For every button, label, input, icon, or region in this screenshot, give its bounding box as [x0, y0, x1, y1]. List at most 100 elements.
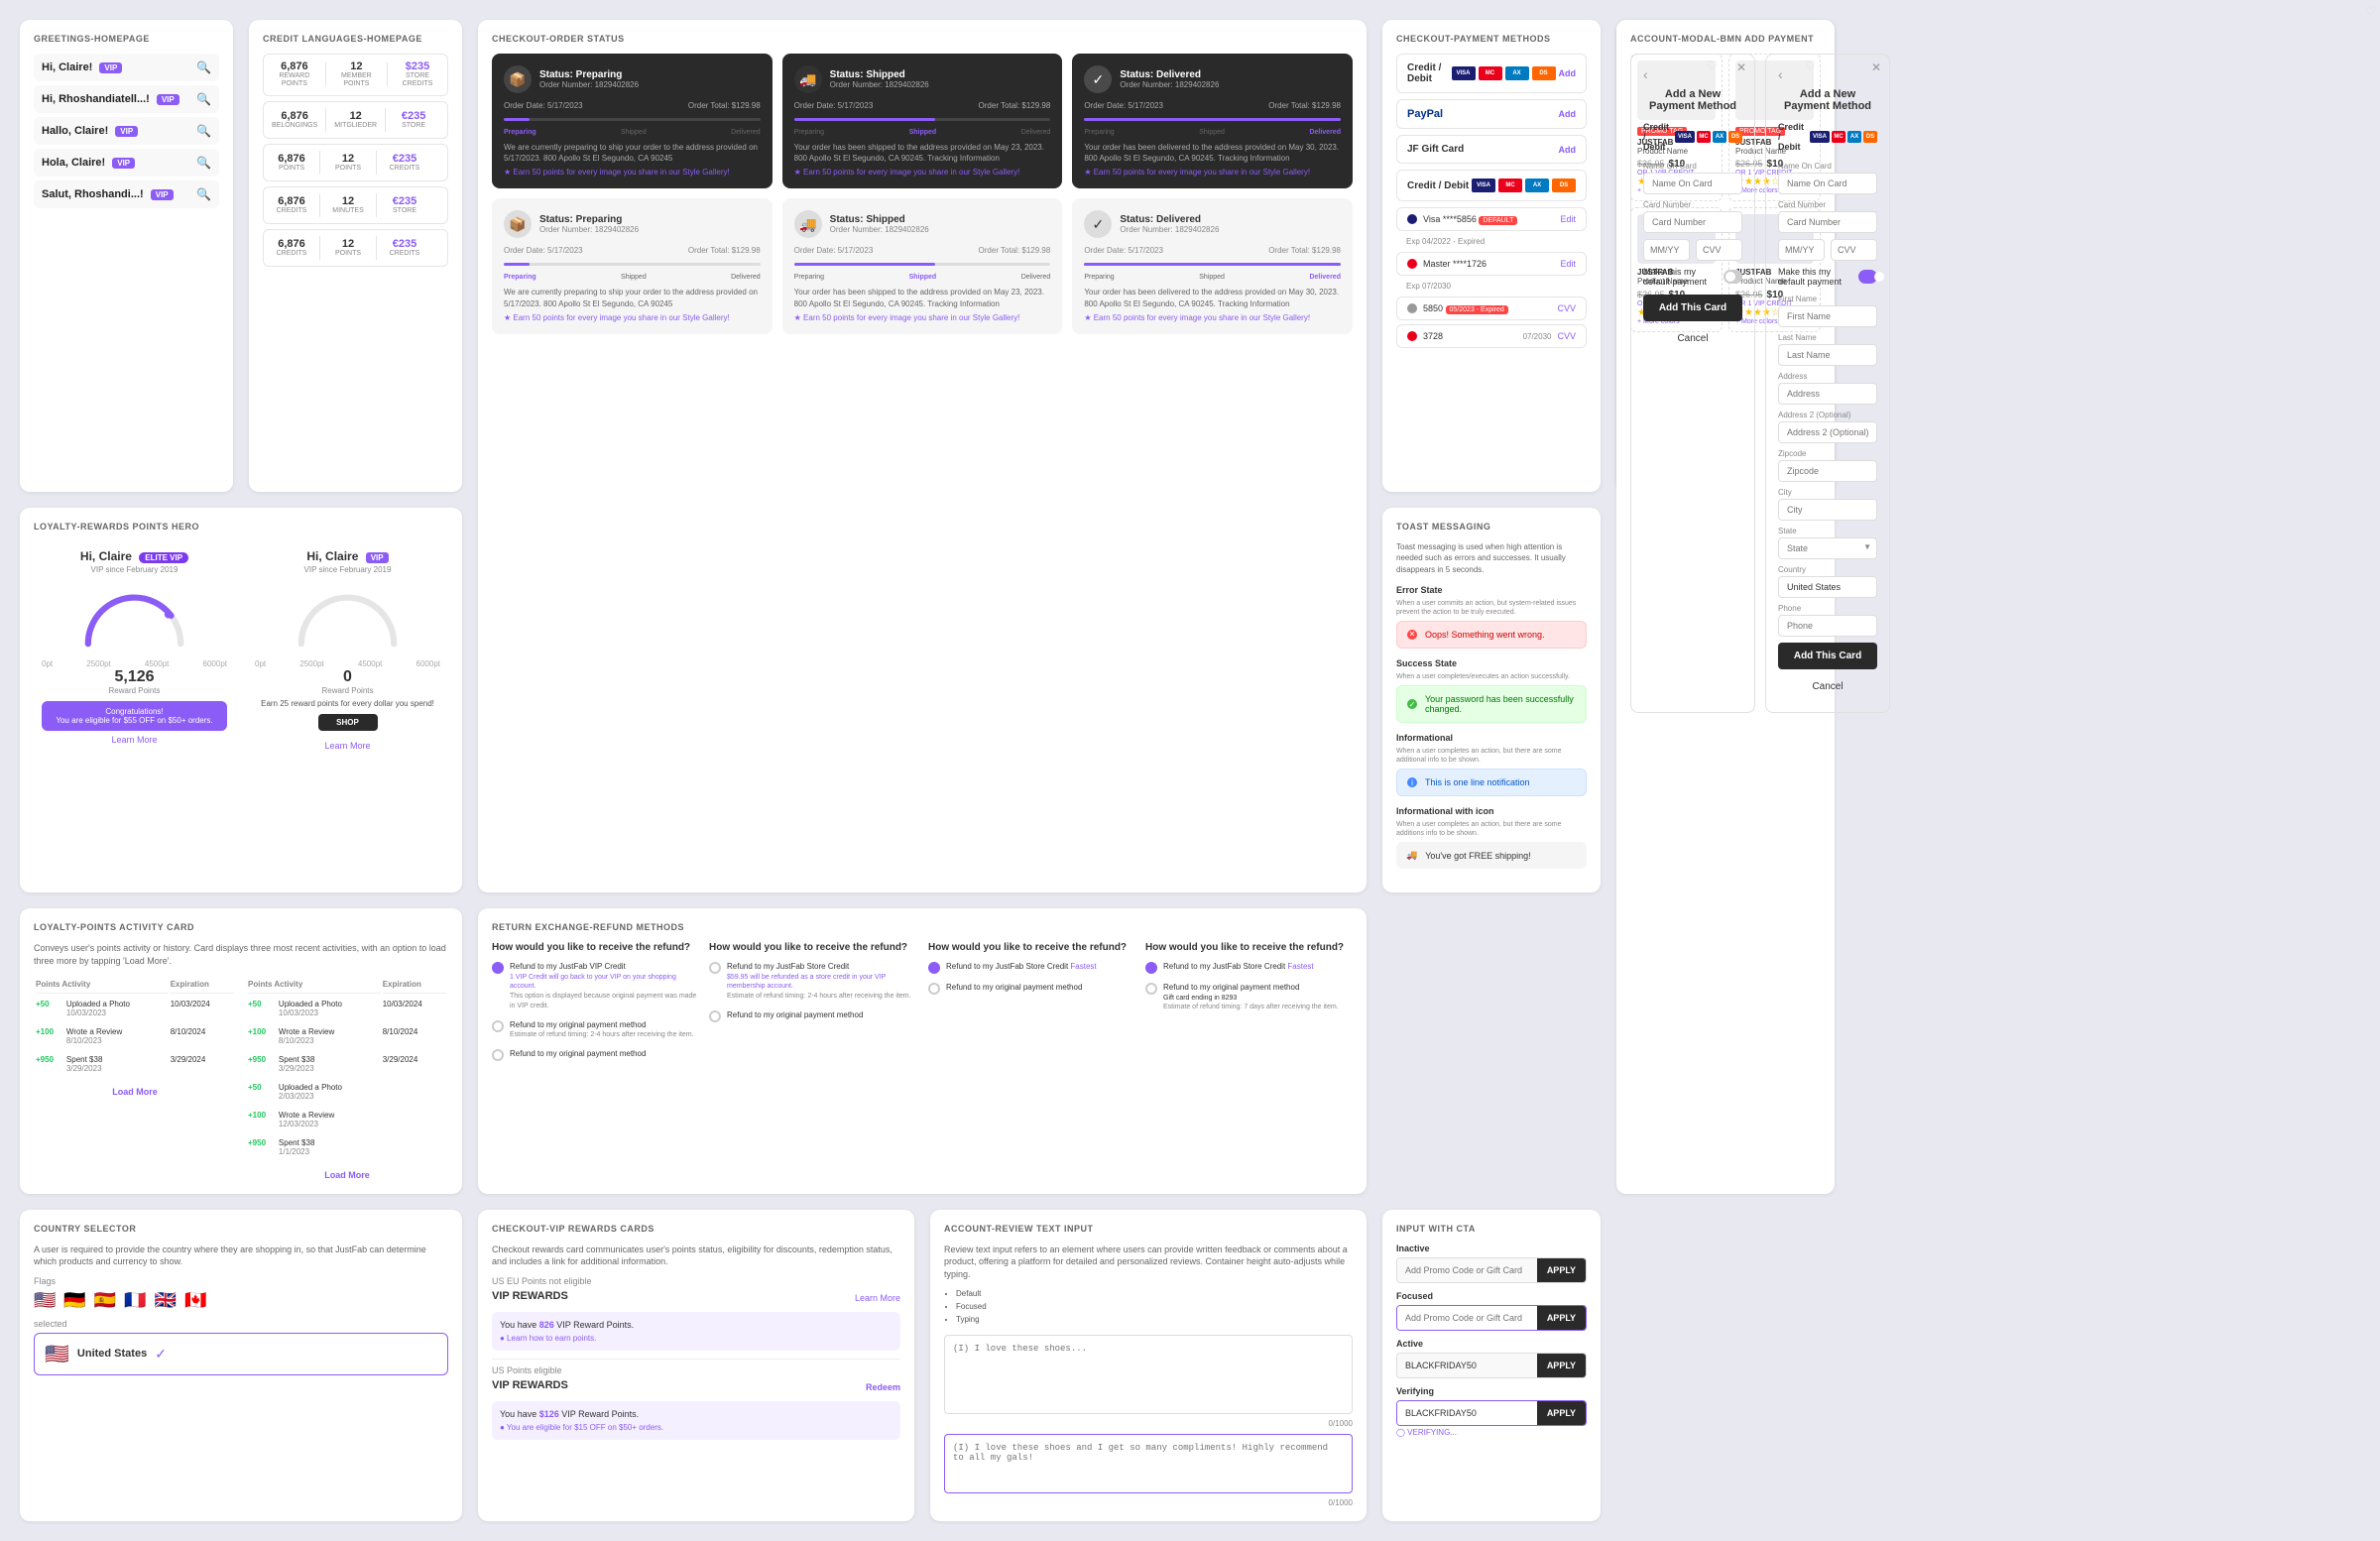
modal-visa-icon: VISA [1675, 131, 1695, 143]
cvv-3728-link[interactable]: CVV [1557, 331, 1576, 341]
name-on-card-input-1[interactable] [1643, 173, 1742, 194]
payment-paypal[interactable]: PayPal Add [1396, 99, 1587, 129]
promo-input-inactive[interactable] [1397, 1258, 1537, 1282]
add-card-button-2[interactable]: Add This Card [1778, 643, 1877, 669]
status-delivered-dark: ✓ Status: Delivered Order Number: 182940… [1072, 54, 1353, 188]
search-icon-5[interactable]: 🔍 [196, 187, 211, 201]
country-input[interactable] [1778, 576, 1877, 598]
state-input[interactable] [1778, 537, 1877, 559]
toast-error-section: Error State When a user commits an actio… [1396, 585, 1587, 649]
status-delivered-light: ✓ Status: Delivered Order Number: 182940… [1072, 198, 1353, 333]
card-3728-dot [1407, 331, 1417, 341]
toggle-1[interactable] [1724, 270, 1742, 284]
flag-ca[interactable]: 🇨🇦 [184, 1290, 206, 1311]
paypal-logo: PayPal [1407, 108, 1443, 120]
modal-2-tab[interactable]: Credit / Debit [1778, 122, 1804, 152]
modal-2: ‹ ✕ Add a New Payment Method Credit / De… [1765, 54, 1890, 713]
flag-de[interactable]: 🇩🇪 [63, 1290, 85, 1311]
loyalty-hero-title: LOYALTY-REWARDS POINTS HERO [34, 522, 448, 532]
toggle-2[interactable] [1858, 270, 1877, 284]
amex-icon-2: AX [1525, 178, 1549, 192]
cvv-5850-link[interactable]: CVV [1557, 303, 1576, 313]
search-icon-2[interactable]: 🔍 [196, 92, 211, 106]
cancel-button-1[interactable]: Cancel [1643, 325, 1742, 352]
load-more-2[interactable]: Load More [246, 1170, 448, 1180]
visa-icon-2: VISA [1472, 178, 1495, 192]
jf-logo: JF Gift Card [1407, 144, 1464, 155]
modal-2-close[interactable]: ✕ [1871, 60, 1881, 74]
search-icon-4[interactable]: 🔍 [196, 156, 211, 170]
name-on-card-input-2[interactable] [1778, 173, 1877, 194]
payment-credit-debit[interactable]: Credit / Debit VISA MC AX DS Add [1396, 54, 1587, 93]
card-number-input-2[interactable] [1778, 211, 1877, 233]
credit-languages-title: CREDIT LANGUAGES-HOMEPAGE [263, 34, 448, 44]
address2-input[interactable] [1778, 421, 1877, 443]
flag-es[interactable]: 🇪🇸 [94, 1290, 116, 1311]
flag-us[interactable]: 🇺🇸 [34, 1290, 56, 1311]
visa-icon: VISA [1452, 66, 1476, 80]
city-input[interactable] [1778, 499, 1877, 521]
last-name-input[interactable] [1778, 344, 1877, 366]
mmyy-input-2[interactable] [1778, 239, 1825, 261]
delivered-icon: ✓ [1084, 65, 1112, 93]
modal-2-back-arrow[interactable]: ‹ [1778, 66, 1783, 82]
status-preparing-light: 📦 Status: Preparing Order Number: 182940… [492, 198, 773, 333]
learn-more-eu[interactable]: Learn More [855, 1293, 900, 1303]
first-name-input[interactable] [1778, 305, 1877, 327]
zipcode-input[interactable] [1778, 460, 1877, 482]
promo-input-verifying[interactable] [1397, 1401, 1537, 1425]
state-dropdown-icon: ▼ [1863, 542, 1871, 551]
activity-col-1: Points Activity Expiration +50 Uploaded … [34, 978, 236, 1180]
greeting-item-5[interactable]: Salut, Rhoshandi...! VIP 🔍 [34, 180, 219, 208]
greeting-item-2[interactable]: Hi, Rhoshandiatell...! VIP 🔍 [34, 85, 219, 113]
phone-input[interactable] [1778, 615, 1877, 637]
redeem-link[interactable]: Redeem [866, 1382, 900, 1392]
edit-visa-link[interactable]: Edit [1560, 214, 1576, 224]
add-paypal-link[interactable]: Add [1559, 109, 1577, 119]
cancel-button-2[interactable]: Cancel [1778, 673, 1877, 700]
gauge-2 [255, 582, 440, 652]
promo-input-focused[interactable] [1397, 1306, 1537, 1330]
load-more-1[interactable]: Load More [34, 1087, 236, 1097]
toast-section: TOAST MESSAGING Toast messaging is used … [1382, 508, 1601, 892]
modal-1-back-arrow[interactable]: ‹ [1643, 66, 1648, 82]
flag-fr[interactable]: 🇫🇷 [124, 1290, 146, 1311]
loyalty-user-2: Hi, Claire VIP VIP since February 2019 0… [247, 541, 448, 759]
earn-points-link-us[interactable]: ● You are eligible for $15 OFF on $50+ o… [500, 1423, 892, 1432]
review-textarea-default[interactable] [944, 1335, 1353, 1414]
greeting-item-4[interactable]: Hola, Claire! VIP 🔍 [34, 149, 219, 177]
payment-gift-card[interactable]: JF Gift Card Add [1396, 135, 1587, 164]
flag-gb[interactable]: 🇬🇧 [155, 1290, 177, 1311]
modal-1-close[interactable]: ✕ [1736, 60, 1746, 74]
review-textarea-typing[interactable] [944, 1434, 1353, 1493]
modal-1-tab[interactable]: Credit / Debit [1643, 122, 1669, 152]
greeting-item-1[interactable]: Hi, Claire! VIP 🔍 [34, 54, 219, 81]
apply-btn-active[interactable]: APPLY [1537, 1354, 1586, 1377]
learn-more-2[interactable]: Learn More [255, 741, 440, 751]
cvv-input-1[interactable] [1696, 239, 1742, 261]
shop-button[interactable]: SHOP [318, 714, 378, 731]
modal-1: ‹ ✕ Add a New Payment Method Credit / De… [1630, 54, 1755, 713]
apply-btn-verifying[interactable]: APPLY [1537, 1401, 1586, 1425]
apply-btn-inactive[interactable]: APPLY [1537, 1258, 1586, 1282]
cvv-input-2[interactable] [1831, 239, 1877, 261]
search-icon-1[interactable]: 🔍 [196, 60, 211, 74]
selected-country-row[interactable]: 🇺🇸 United States ✓ [34, 1333, 448, 1375]
add-gift-link[interactable]: Add [1559, 145, 1577, 155]
add-card-button-1[interactable]: Add This Card [1643, 295, 1742, 321]
learn-more-1[interactable]: Learn More [42, 735, 227, 745]
search-icon-3[interactable]: 🔍 [196, 124, 211, 138]
apply-btn-focused[interactable]: APPLY [1537, 1306, 1586, 1330]
greeting-item-3[interactable]: Hallo, Claire! VIP 🔍 [34, 117, 219, 145]
payment-credit-debit-2[interactable]: Credit / Debit VISA MC AX DS [1396, 170, 1587, 201]
edit-mc-link[interactable]: Edit [1560, 259, 1576, 269]
info-icon: i [1407, 777, 1417, 787]
mmyy-input-1[interactable] [1643, 239, 1690, 261]
add-credit-link[interactable]: Add [1559, 68, 1577, 78]
card-number-input-1[interactable] [1643, 211, 1742, 233]
earn-points-link-eu[interactable]: ● Learn how to earn points. [500, 1334, 892, 1343]
verifying-text: ◯ VERIFYING... [1396, 1428, 1587, 1437]
promo-input-active[interactable] [1397, 1354, 1537, 1377]
heart-icon-wide[interactable]: ♡ [2365, 4, 2376, 18]
address-input[interactable] [1778, 383, 1877, 405]
